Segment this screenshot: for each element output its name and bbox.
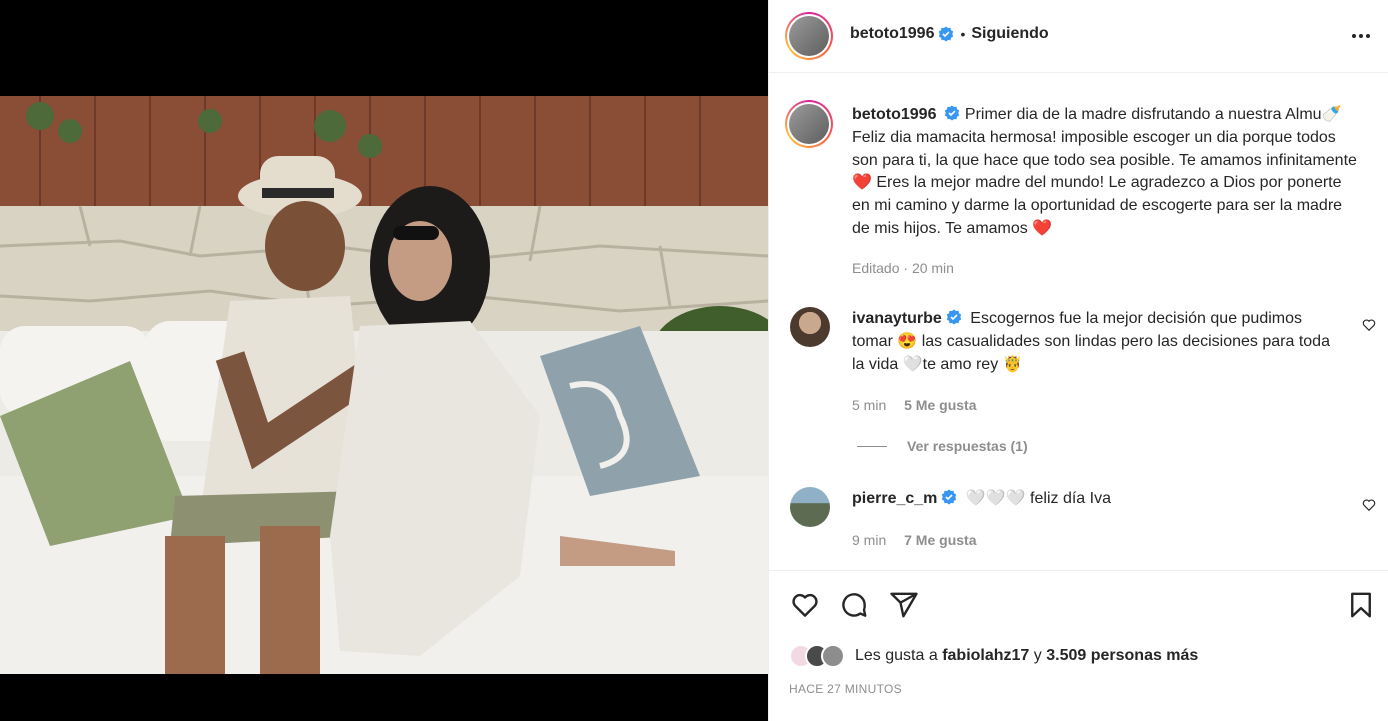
likes-count-link[interactable]: 3.509 personas más bbox=[1046, 647, 1198, 665]
commenter-avatar[interactable] bbox=[790, 487, 830, 527]
edited-label: Editado bbox=[852, 260, 900, 276]
heart-icon[interactable] bbox=[790, 590, 820, 620]
separator-dot: • bbox=[960, 26, 966, 42]
likes-and: y bbox=[1033, 647, 1042, 664]
post-caption: betoto1996 Primer dia de la madre disfru… bbox=[852, 104, 1362, 241]
post-viewer: betoto1996 • Siguiendo betoto1996 Primer… bbox=[0, 0, 1388, 721]
verified-badge-icon bbox=[939, 26, 954, 42]
replies-line bbox=[857, 445, 887, 447]
verified-badge-icon bbox=[945, 105, 960, 121]
caption-time[interactable]: 20 min bbox=[912, 260, 954, 276]
comment-meta: 9 min 7 Me gusta bbox=[852, 532, 976, 548]
comment-meta: 5 min 5 Me gusta bbox=[852, 397, 976, 413]
comment-time[interactable]: 9 min bbox=[852, 532, 886, 548]
verified-badge-icon bbox=[946, 309, 962, 325]
post-actions: Les gusta a fabiolahz17 y 3.509 personas… bbox=[769, 570, 1388, 721]
post-sidebar: betoto1996 • Siguiendo betoto1996 Primer… bbox=[768, 0, 1388, 721]
post-photo[interactable] bbox=[0, 96, 768, 674]
caption-meta: Editado · 20 min bbox=[852, 260, 954, 276]
caption-author-avatar[interactable] bbox=[785, 100, 833, 148]
comment-like-heart-icon[interactable] bbox=[1362, 498, 1376, 512]
comment-username[interactable]: ivanayturbe bbox=[852, 310, 942, 327]
comment-text: 🤍🤍🤍 feliz día Iva bbox=[965, 490, 1111, 507]
comment-likes[interactable]: 7 Me gusta bbox=[904, 532, 976, 548]
verified-badge-icon bbox=[942, 489, 957, 505]
comment-likes[interactable]: 5 Me gusta bbox=[904, 397, 976, 413]
comment-item: ivanayturbe Escogernos fue la mejor deci… bbox=[852, 308, 1332, 376]
view-replies-label: Ver respuestas (1) bbox=[907, 438, 1028, 454]
author-username[interactable]: betoto1996 bbox=[850, 25, 934, 43]
liker-username[interactable]: fabiolahz17 bbox=[942, 647, 1029, 665]
comment-icon[interactable] bbox=[839, 590, 869, 620]
view-replies-button[interactable]: Ver respuestas (1) bbox=[857, 438, 1028, 454]
comment-item: pierre_c_m 🤍🤍🤍 feliz día Iva bbox=[852, 488, 1332, 511]
save-icon[interactable] bbox=[1346, 590, 1376, 620]
post-header: betoto1996 • Siguiendo bbox=[769, 0, 1388, 73]
media-panel bbox=[0, 0, 768, 721]
more-options-icon[interactable] bbox=[1351, 26, 1371, 46]
liker-avatars bbox=[789, 644, 845, 668]
author-avatar[interactable] bbox=[785, 12, 833, 60]
commenter-avatar[interactable] bbox=[790, 307, 830, 347]
caption-username[interactable]: betoto1996 bbox=[852, 106, 936, 123]
comment-username[interactable]: pierre_c_m bbox=[852, 490, 937, 507]
comment-like-heart-icon[interactable] bbox=[1362, 318, 1376, 332]
comment-time[interactable]: 5 min bbox=[852, 397, 886, 413]
likes-summary: Les gusta a fabiolahz17 y 3.509 personas… bbox=[789, 644, 1198, 668]
caption-text: Primer dia de la madre disfrutando a nue… bbox=[852, 106, 1357, 237]
following-button[interactable]: Siguiendo bbox=[971, 25, 1048, 43]
share-icon[interactable] bbox=[889, 590, 919, 620]
liker-avatar[interactable] bbox=[821, 644, 845, 668]
likes-prefix: Les gusta a bbox=[855, 647, 938, 664]
post-timestamp[interactable]: HACE 27 MINUTOS bbox=[789, 682, 902, 696]
